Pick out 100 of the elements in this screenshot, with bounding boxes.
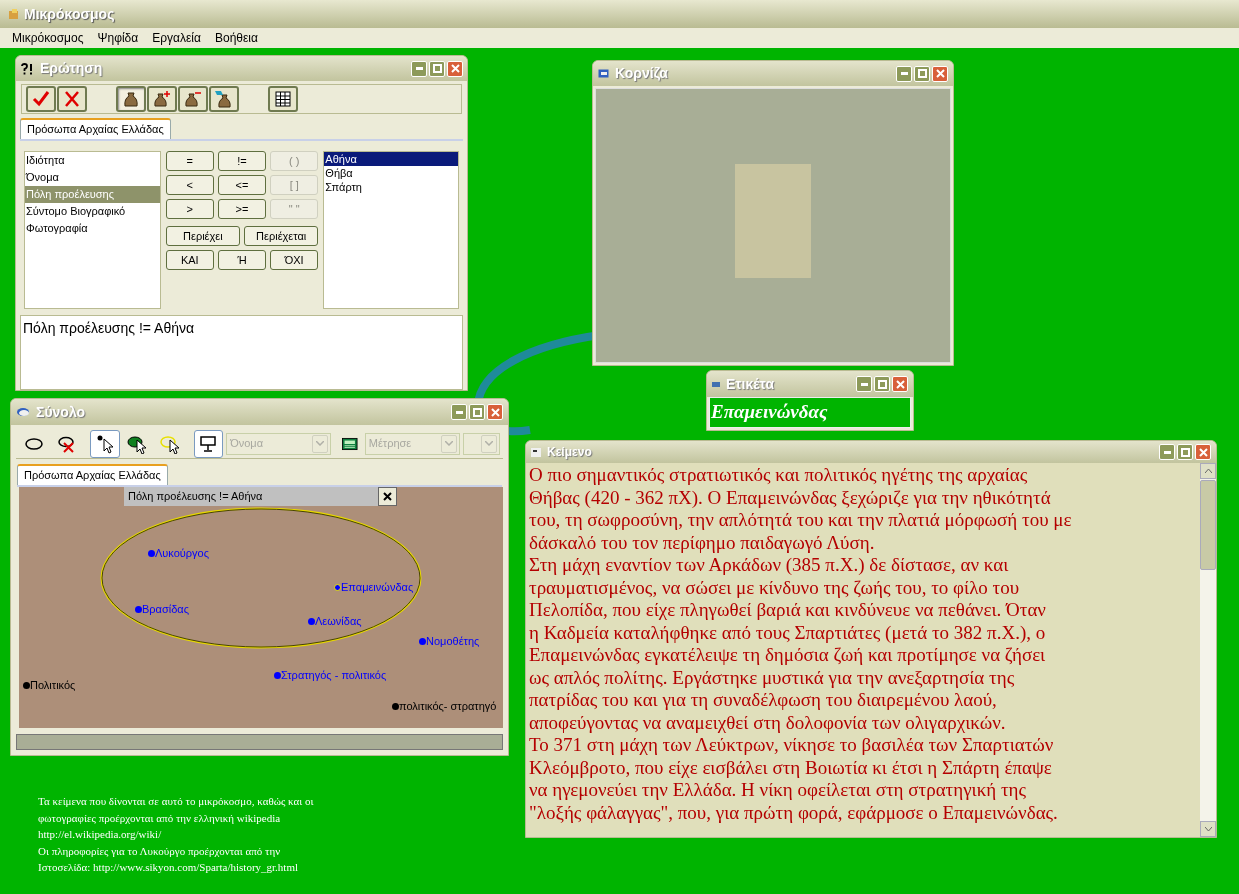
scrollbar[interactable] xyxy=(1200,463,1216,837)
maximize-button[interactable] xyxy=(1177,444,1193,460)
outline-pointer-icon xyxy=(159,433,180,454)
credit-line: φωτογραφίες προέρχονται από την ελληνική wikipedia xyxy=(38,810,282,826)
caret-icon xyxy=(316,441,325,446)
close-filter-button[interactable] xyxy=(378,487,397,506)
list-item[interactable]: Σύντομο Βιογραφικό xyxy=(25,203,160,220)
caret-icon xyxy=(1204,469,1212,473)
table-icon xyxy=(273,89,293,109)
tool-button[interactable] xyxy=(178,86,208,112)
close-button[interactable] xyxy=(932,65,948,82)
expression-field[interactable]: Πόλη προέλευσης != Αθήνα xyxy=(20,315,463,390)
close-button[interactable] xyxy=(892,376,908,392)
maximize-icon xyxy=(472,407,482,417)
minimize-icon xyxy=(415,67,423,70)
text-line: η Καδμεία καταλήφθηκε από τους Σπαρτιάτες (μετά το 382 π.Χ.), ο xyxy=(529,621,1047,644)
tool-button[interactable] xyxy=(90,429,120,458)
maximize-button[interactable] xyxy=(469,404,485,420)
operator-button[interactable]: != xyxy=(217,151,267,171)
list-item[interactable]: Φωτογραφία xyxy=(25,220,160,237)
close-button[interactable] xyxy=(1195,444,1211,460)
close-icon xyxy=(935,69,945,78)
app-title: Μικρόκοσμος xyxy=(24,4,115,24)
frame-icon xyxy=(598,69,609,78)
question-exclamation-icon xyxy=(20,62,34,75)
minimize-button[interactable] xyxy=(1159,444,1175,460)
close-icon xyxy=(450,64,460,73)
caret-icon xyxy=(1204,827,1212,831)
close-icon xyxy=(1198,447,1208,457)
operator-button[interactable]: <= xyxy=(217,175,267,195)
menu-item[interactable]: Βοήθεια xyxy=(214,29,258,47)
credit-line: Ιστοσελίδα: http://www.sikyon.com/Sparta/history_gr.html xyxy=(38,860,300,875)
list-item[interactable]: Ιδιότητα xyxy=(25,152,160,169)
operator-button[interactable]: > xyxy=(165,199,214,219)
tool-button[interactable] xyxy=(268,86,298,112)
tool-button[interactable] xyxy=(193,429,224,458)
menu-item[interactable]: Ψηφίδα xyxy=(97,29,139,47)
tool-button[interactable] xyxy=(116,86,146,112)
list-item[interactable]: Αθήνα xyxy=(324,152,458,166)
text-line: να ηγεμονεύει την Ελλάδα. Η νίκη οφείλεται στη στρατηγική της xyxy=(529,779,1028,802)
operator-button[interactable]: ΚΑΙ xyxy=(165,250,214,270)
element-label[interactable]: πολιτικός- στρατηγό xyxy=(399,698,497,715)
text-line: αποφεύγοντας να αναμειχθεί στη δολοφονία των ολιγαρχικών. xyxy=(529,711,1007,734)
close-button[interactable] xyxy=(447,60,463,77)
tab[interactable]: Πρόσωπα Αρχαίας Ελλάδας xyxy=(17,464,168,485)
operator-button[interactable]: Περιέχεται xyxy=(244,226,319,246)
text-line: δάσκαλό του τον περίφημο παιδαγωγό Λύση. xyxy=(529,531,876,554)
calculator-icon xyxy=(342,436,358,451)
scroll-thumb[interactable] xyxy=(1200,480,1216,570)
minimize-icon xyxy=(900,72,908,75)
text-line: πατρίδας του και για τη συναδέλφωση του διαιρεμένου λαού, xyxy=(529,689,998,712)
text-line: Πελοπίδα, που είχε πληγωθεί βαριά και κινδύνευε να πεθάνει. Όταν xyxy=(529,599,1047,622)
window-title: Κορνίζα xyxy=(615,64,668,83)
tool-button[interactable] xyxy=(209,86,239,112)
operator-button[interactable]: = xyxy=(165,151,214,171)
window-title: Κείμενο xyxy=(547,444,592,461)
list-item[interactable]: Όνομα xyxy=(25,169,160,186)
text-line: του, τη σωφροσύνη, την απλότητά του και την πλατιά μόρφωσή του με xyxy=(529,509,1073,532)
list-item[interactable]: Σπάρτη xyxy=(324,180,458,194)
window-title: Ερώτηση xyxy=(40,59,103,78)
tool-button[interactable] xyxy=(147,86,177,112)
app-icon xyxy=(8,8,20,20)
menu-item[interactable]: Εργαλεία xyxy=(152,29,201,47)
cross-icon xyxy=(62,89,82,109)
check-icon xyxy=(31,89,51,109)
scroll-up-button[interactable] xyxy=(1200,463,1216,479)
close-icon xyxy=(383,492,392,501)
operator-button[interactable]: Περιέχει xyxy=(165,226,240,246)
minimize-icon xyxy=(455,410,463,414)
text-line: "λοξής φάλαγγας", που, για πρώτη φορά, εφάρμοσε ο Επαμεινώνδας. xyxy=(529,801,1059,824)
dropdown-arrow-button[interactable] xyxy=(481,434,498,453)
maximize-icon xyxy=(877,379,887,389)
minimize-button[interactable] xyxy=(451,404,467,420)
sack-plus-icon xyxy=(152,89,172,109)
text-line: ως απλός πολίτης. Εργάστηκε μυστικά για την ανεξαρτησία της xyxy=(529,666,1016,689)
label-text: Επαμεινώνδας xyxy=(710,400,829,425)
minimize-button[interactable] xyxy=(896,65,912,82)
operator-button[interactable]: >= xyxy=(217,199,267,219)
list-item[interactable]: Θήβα xyxy=(324,166,458,180)
operator-button[interactable]: < xyxy=(165,175,214,195)
element-label[interactable]: Πολιτικός xyxy=(30,677,76,694)
minimize-icon xyxy=(1163,450,1171,454)
operator-button[interactable]: ΌΧΙ xyxy=(270,250,319,270)
maximize-button[interactable] xyxy=(874,376,890,392)
scroll-down-button[interactable] xyxy=(1200,821,1216,837)
menu-item[interactable]: Μικρόκοσμος xyxy=(12,29,84,47)
minimize-button[interactable] xyxy=(411,60,427,77)
maximize-icon xyxy=(917,69,927,78)
close-button[interactable] xyxy=(487,404,503,420)
minimize-button[interactable] xyxy=(856,376,872,392)
tab[interactable]: Πρόσωπα Αρχαίας Ελλάδας xyxy=(20,118,171,139)
close-icon xyxy=(895,379,905,389)
maximize-icon xyxy=(432,64,442,73)
window-title: Σύνολο xyxy=(36,402,86,422)
operator-button[interactable]: Ή xyxy=(217,250,267,270)
maximize-button[interactable] xyxy=(429,60,445,77)
maximize-button[interactable] xyxy=(914,65,930,82)
credit-line: Οι πληροφορίες για το Λυκούργο προέρχονται από την xyxy=(38,843,282,859)
text-line: Ο πιο σημαντικός στρατιωτικός και πολιτικός ηγέτης της αρχαίας xyxy=(529,464,1029,487)
sack-icon xyxy=(121,89,141,109)
